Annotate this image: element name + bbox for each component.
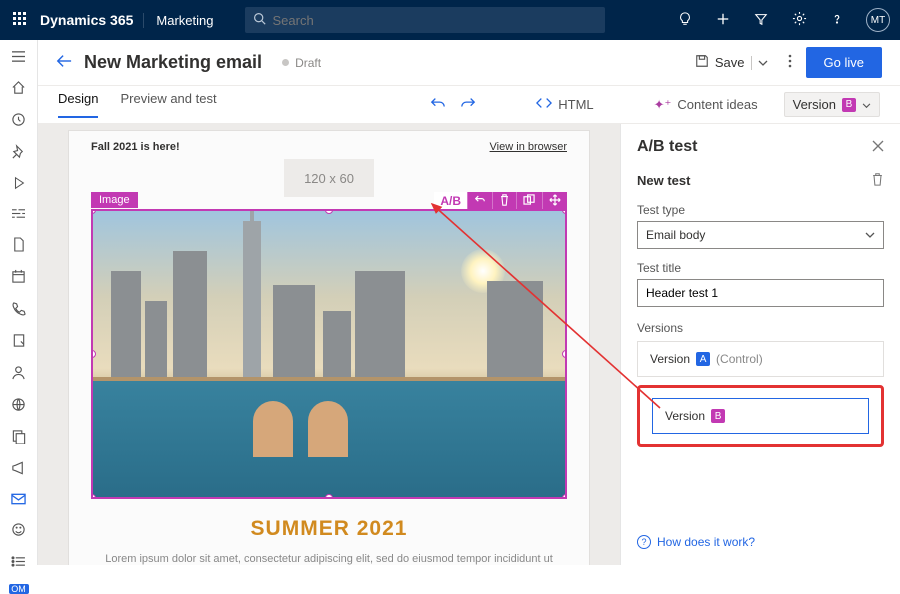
test-title-input[interactable] bbox=[637, 279, 884, 307]
plus-icon[interactable] bbox=[704, 12, 742, 29]
left-nav-rail: OM bbox=[0, 40, 38, 565]
view-in-browser-link[interactable]: View in browser bbox=[490, 141, 567, 153]
tab-preview[interactable]: Preview and test bbox=[120, 91, 216, 118]
more-icon[interactable] bbox=[782, 54, 798, 71]
segments-icon[interactable] bbox=[11, 207, 26, 223]
hero-image[interactable] bbox=[91, 209, 567, 499]
save-icon bbox=[695, 54, 709, 71]
form-icon[interactable] bbox=[12, 333, 26, 351]
search-input[interactable] bbox=[272, 13, 597, 28]
megaphone-icon[interactable] bbox=[11, 461, 26, 478]
version-b-row[interactable]: Version B bbox=[652, 398, 869, 434]
pin-icon[interactable] bbox=[11, 144, 26, 162]
page-title: New Marketing email bbox=[84, 52, 262, 73]
tab-design[interactable]: Design bbox=[58, 91, 98, 118]
emoji-icon[interactable] bbox=[11, 522, 26, 540]
gear-icon[interactable] bbox=[780, 11, 818, 29]
version-a-badge: A bbox=[696, 352, 710, 366]
chevron-down-icon bbox=[865, 228, 875, 242]
chevron-down-icon bbox=[862, 97, 871, 112]
area-badge[interactable]: OM bbox=[9, 584, 29, 594]
versions-label: Versions bbox=[637, 321, 884, 335]
test-type-label: Test type bbox=[637, 203, 884, 217]
chevron-down-icon[interactable] bbox=[758, 55, 768, 70]
go-live-button[interactable]: Go live bbox=[806, 47, 882, 78]
email-canvas[interactable]: Fall 2021 is here! View in browser 120 x… bbox=[38, 124, 620, 565]
contact-icon[interactable] bbox=[11, 365, 26, 383]
delete-test-icon[interactable] bbox=[871, 172, 884, 189]
html-toggle[interactable]: HTML bbox=[536, 97, 593, 112]
phone-icon[interactable] bbox=[11, 301, 26, 319]
global-search[interactable] bbox=[245, 7, 605, 33]
menu-icon[interactable] bbox=[11, 50, 26, 66]
brand-label[interactable]: Dynamics 365 bbox=[40, 12, 133, 28]
lightbulb-icon[interactable] bbox=[666, 12, 704, 29]
template-icon[interactable] bbox=[12, 429, 26, 447]
status-badge: Draft bbox=[282, 56, 321, 70]
filter-icon[interactable] bbox=[742, 12, 780, 29]
version-selector[interactable]: Version B bbox=[784, 92, 880, 117]
email-paragraph[interactable]: Lorem ipsum dolor sit amet, consectetur … bbox=[91, 551, 567, 565]
command-bar: New Marketing email Draft Save Go live bbox=[38, 40, 900, 86]
version-b-row-highlight: Version B bbox=[637, 385, 884, 447]
content-ideas-button[interactable]: ✦⁺ Content ideas bbox=[654, 97, 758, 113]
app-launcher-icon[interactable] bbox=[0, 12, 40, 29]
global-header: Dynamics 365 Marketing MT bbox=[0, 0, 900, 40]
recent-icon[interactable] bbox=[11, 112, 26, 130]
close-icon[interactable] bbox=[872, 139, 884, 155]
question-icon: ? bbox=[637, 535, 651, 549]
undo-icon[interactable] bbox=[430, 96, 446, 113]
block-type-label: Image bbox=[91, 192, 138, 208]
code-icon bbox=[536, 97, 552, 112]
header-actions: MT bbox=[666, 8, 900, 32]
new-test-label: New test bbox=[637, 173, 690, 188]
mail-icon[interactable] bbox=[11, 492, 26, 508]
play-icon[interactable] bbox=[12, 176, 26, 193]
editor-toolbar: Design Preview and test HTML ✦⁺ Content … bbox=[38, 86, 900, 124]
user-avatar[interactable]: MT bbox=[866, 8, 890, 32]
redo-icon[interactable] bbox=[460, 96, 476, 113]
sparkle-icon: ✦⁺ bbox=[654, 97, 672, 113]
app-label[interactable]: Marketing bbox=[143, 13, 225, 28]
calendar-icon[interactable] bbox=[11, 269, 26, 287]
logo-placeholder[interactable]: 120 x 60 bbox=[284, 159, 374, 197]
version-b-badge: B bbox=[842, 98, 856, 112]
help-link[interactable]: ? How does it work? bbox=[637, 535, 755, 549]
globe-icon[interactable] bbox=[11, 397, 26, 415]
version-b-badge: B bbox=[711, 409, 725, 423]
panel-title: A/B test bbox=[637, 138, 697, 156]
back-icon[interactable] bbox=[56, 54, 72, 72]
email-headline[interactable]: SUMMER 2021 bbox=[91, 517, 567, 541]
list-icon[interactable] bbox=[11, 554, 26, 570]
test-title-label: Test title bbox=[637, 261, 884, 275]
test-type-select[interactable]: Email body bbox=[637, 221, 884, 249]
search-icon bbox=[253, 12, 266, 28]
page-icon[interactable] bbox=[12, 237, 25, 255]
help-icon[interactable] bbox=[818, 12, 856, 29]
version-a-row[interactable]: Version A (Control) bbox=[638, 342, 883, 376]
ab-test-panel: A/B test New test Test type Email body T… bbox=[620, 124, 900, 565]
email-tagline: Fall 2021 is here! bbox=[91, 141, 180, 153]
save-button[interactable]: Save bbox=[689, 50, 774, 75]
home-icon[interactable] bbox=[11, 80, 26, 98]
selected-image-block[interactable]: Image A/B bbox=[91, 209, 567, 499]
